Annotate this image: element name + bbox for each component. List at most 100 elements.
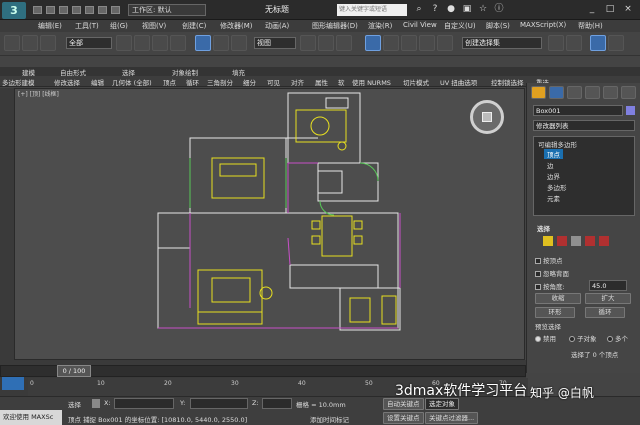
pivot-icon[interactable] <box>300 35 316 51</box>
mirror-icon[interactable] <box>548 35 564 51</box>
ribbon-slice-mode[interactable]: 切片模式 <box>403 77 429 87</box>
window-crossing-icon[interactable] <box>170 35 186 51</box>
modifier-list-dropdown[interactable]: 修改器列表 <box>533 120 635 131</box>
menu-rendering[interactable]: 渲染(R) <box>368 21 392 31</box>
undo-button-icon[interactable] <box>4 35 20 51</box>
undo-icon[interactable] <box>72 6 81 14</box>
selection-filter-dropdown[interactable]: 全部 <box>66 37 112 49</box>
ribbon-uv-warp[interactable]: UV 扭曲选项 <box>440 77 477 87</box>
by-vertex-checkbox[interactable]: 按顶点 <box>535 255 563 265</box>
create-tab-icon[interactable] <box>531 86 546 99</box>
link-icon[interactable] <box>40 35 56 51</box>
render-setup-icon[interactable] <box>590 35 606 51</box>
stack-edge[interactable]: 边 <box>547 160 554 170</box>
new-file-icon[interactable] <box>33 6 42 14</box>
user-icon[interactable]: ● <box>444 3 458 16</box>
stack-element[interactable]: 元素 <box>547 193 560 203</box>
by-angle-checkbox[interactable]: 按角度: <box>535 281 565 291</box>
preview-subobject-radio[interactable]: 子对象 <box>569 333 597 343</box>
viewcube-icon[interactable] <box>470 100 504 134</box>
ribbon-geometry-all[interactable]: 几何体 (全部) <box>112 77 152 87</box>
viewport-label[interactable]: [+] [顶] [线框] <box>18 89 59 98</box>
stack-editable-poly[interactable]: 可编辑多边形 <box>538 139 577 149</box>
menu-create[interactable]: 创建(C) <box>182 21 206 31</box>
ribbon-visibility[interactable]: 可见 <box>267 77 280 87</box>
ribbon-poly-modeling[interactable]: 多边形建模 <box>2 77 35 87</box>
spinner-snap-icon[interactable] <box>419 35 435 51</box>
angle-spinner[interactable]: 45.0 <box>589 280 627 291</box>
stack-polygon[interactable]: 多边形 <box>547 182 567 192</box>
key-filters-button[interactable]: 关键点过滤器... <box>425 412 479 424</box>
modify-tab-icon[interactable] <box>549 86 564 99</box>
element-mode-icon[interactable] <box>599 236 609 246</box>
ribbon-edit[interactable]: 编辑 <box>91 77 104 87</box>
menu-view[interactable]: 视图(V) <box>142 21 166 31</box>
grow-button[interactable]: 扩大 <box>585 293 631 304</box>
info-icon[interactable]: ⓘ <box>492 3 506 16</box>
scale-icon[interactable] <box>231 35 247 51</box>
stack-vertex[interactable]: 顶点 <box>544 149 563 159</box>
percent-snap-icon[interactable] <box>401 35 417 51</box>
display-tab-icon[interactable] <box>603 86 618 99</box>
rotate-icon[interactable] <box>213 35 229 51</box>
ribbon-cage-selection[interactable]: 控制锁选择 <box>491 77 524 87</box>
minimize-icon[interactable]: _ <box>585 3 599 16</box>
move-icon[interactable] <box>195 35 211 51</box>
preview-multiple-radio[interactable]: 多个 <box>607 333 628 343</box>
ribbon-subdivision[interactable]: 细分 <box>243 77 256 87</box>
named-selection-dropdown[interactable]: 创建选择集 <box>462 37 542 49</box>
ignore-backface-checkbox[interactable]: 忽略背面 <box>535 268 569 278</box>
ribbon-align[interactable]: 对齐 <box>291 77 304 87</box>
menu-help[interactable]: 帮助(H) <box>578 21 603 31</box>
app-logo-icon[interactable]: 3 <box>2 2 26 19</box>
help-icon[interactable]: ? <box>428 3 442 16</box>
menu-civil-view[interactable]: Civil View <box>403 21 437 29</box>
search-input[interactable]: 键入关键字或短语 <box>337 4 407 16</box>
select-manipulate-icon[interactable] <box>318 35 334 51</box>
hold-icon[interactable] <box>98 6 107 14</box>
star-icon[interactable]: ☆ <box>476 3 490 16</box>
open-file-icon[interactable] <box>46 6 55 14</box>
redo-button-icon[interactable] <box>22 35 38 51</box>
ref-coord-dropdown[interactable]: 视图 <box>254 37 296 49</box>
select-object-icon[interactable] <box>116 35 132 51</box>
stack-border[interactable]: 边界 <box>547 171 560 181</box>
align-icon[interactable] <box>566 35 582 51</box>
maximize-icon[interactable]: □ <box>603 3 617 16</box>
keyboard-shortcut-icon[interactable] <box>336 35 352 51</box>
workspace-selector[interactable]: 工作区: 默认 <box>128 4 206 16</box>
z-coord-field[interactable] <box>262 398 292 409</box>
close-icon[interactable]: × <box>621 3 635 16</box>
menu-tools[interactable]: 工具(T) <box>75 21 99 31</box>
x-coord-field[interactable] <box>114 398 174 409</box>
ring-button[interactable]: 环形 <box>535 307 575 318</box>
object-color-swatch[interactable] <box>626 106 635 115</box>
menu-customize[interactable]: 自定义(U) <box>444 21 476 31</box>
border-mode-icon[interactable] <box>571 236 581 246</box>
object-name-field[interactable]: Box001 <box>533 105 623 116</box>
polygon-mode-icon[interactable] <box>585 236 595 246</box>
menu-scripting[interactable]: 脚本(S) <box>486 21 510 31</box>
select-by-name-icon[interactable] <box>134 35 150 51</box>
ribbon-vertices[interactable]: 顶点 <box>163 77 176 87</box>
search-icon[interactable]: ⌕ <box>412 3 426 16</box>
lock-icon[interactable] <box>92 399 100 408</box>
ribbon-soft[interactable]: 软 <box>338 77 345 87</box>
ribbon-loops[interactable]: 循环 <box>186 77 199 87</box>
y-coord-field[interactable] <box>190 398 248 409</box>
set-key-button[interactable]: 设置关键点 <box>383 412 424 424</box>
preview-disabled-radio[interactable]: 禁用 <box>535 333 556 343</box>
ribbon-properties[interactable]: 属性 <box>315 77 328 87</box>
edit-named-sel-icon[interactable] <box>437 35 453 51</box>
selection-rollout-title[interactable]: 选择 <box>537 223 550 233</box>
menu-edit[interactable]: 编辑(E) <box>38 21 62 31</box>
ribbon-use-nurms[interactable]: 使用 NURMS <box>352 77 391 87</box>
loop-button[interactable]: 循环 <box>585 307 625 318</box>
menu-maxscript[interactable]: MAXScript(X) <box>520 21 566 29</box>
menu-group[interactable]: 组(G) <box>110 21 128 31</box>
fetch-icon[interactable] <box>111 6 120 14</box>
hierarchy-tab-icon[interactable] <box>567 86 582 99</box>
menu-graph-editors[interactable]: 图形编辑器(D) <box>312 21 358 31</box>
shrink-button[interactable]: 收缩 <box>535 293 581 304</box>
vertex-mode-icon[interactable] <box>543 236 553 246</box>
